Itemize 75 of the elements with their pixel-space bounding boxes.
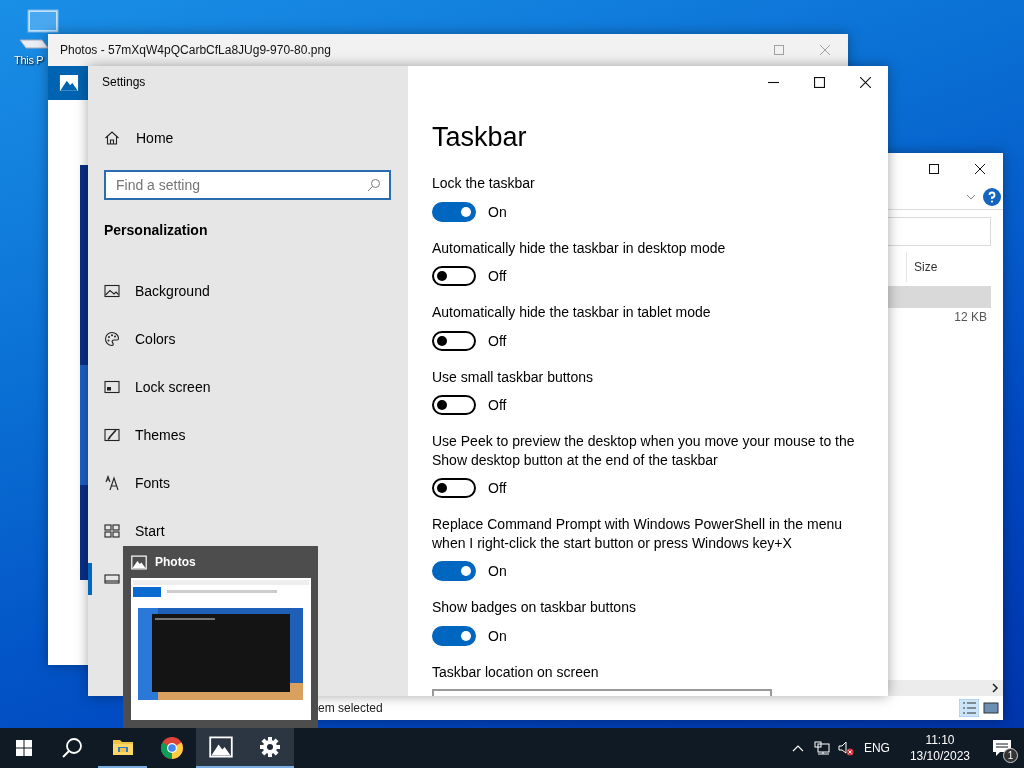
- notification-badge: 1: [1003, 748, 1018, 763]
- details-view-icon[interactable]: [959, 699, 979, 717]
- thumbnail-preview[interactable]: Photos: [123, 546, 318, 728]
- lock-screen-icon: [104, 379, 120, 395]
- maximize-icon: [929, 164, 939, 174]
- sidebar-item[interactable]: Themes: [88, 419, 408, 451]
- search-icon: [367, 178, 381, 192]
- toggle-switch[interactable]: [432, 266, 476, 286]
- maximize-icon: [813, 76, 825, 88]
- toggle-state: Off: [488, 332, 507, 349]
- palette-icon: [104, 331, 120, 347]
- muted-speaker-icon[interactable]: [837, 740, 854, 756]
- scroll-right-icon[interactable]: [990, 683, 1000, 693]
- toggle-switch[interactable]: [432, 395, 476, 415]
- close-icon: [975, 164, 985, 174]
- toggle-switch[interactable]: [432, 478, 476, 498]
- photos-icon: [131, 554, 147, 570]
- window-title: Settings: [101, 74, 147, 91]
- settings-icon: [257, 735, 282, 759]
- setting-label: Automatically hide the taskbar in desktop mode: [432, 238, 727, 257]
- sidebar-item[interactable]: Background: [88, 275, 408, 307]
- chrome-icon: [159, 736, 184, 760]
- taskbar-app-button[interactable]: [245, 728, 294, 768]
- toggle-state: On: [488, 627, 507, 644]
- sidebar-item[interactable]: Lock screen: [88, 371, 408, 403]
- picture-icon: [104, 283, 120, 299]
- help-icon[interactable]: [983, 188, 1001, 206]
- home-link[interactable]: Home: [88, 118, 408, 158]
- section-heading: Personalization: [104, 222, 209, 240]
- photos-icon: [208, 735, 233, 759]
- notification-button[interactable]: 1: [980, 728, 1024, 768]
- page-title: Taskbar: [432, 121, 528, 154]
- toggle-state: On: [488, 563, 507, 579]
- toggle-switch[interactable]: [432, 201, 476, 222]
- start-tiles-icon: [104, 523, 120, 539]
- home-icon: [104, 130, 120, 146]
- sidebar-item[interactable]: Fonts: [88, 467, 408, 499]
- toggle-state: Off: [488, 480, 507, 496]
- taskbar-app-button[interactable]: [196, 728, 245, 768]
- close-icon: [820, 45, 830, 55]
- column-header[interactable]: Size: [906, 252, 993, 282]
- sidebar-item[interactable]: Colors: [88, 323, 408, 355]
- toggle-switch[interactable]: [432, 625, 476, 646]
- close-icon: [859, 76, 871, 88]
- brush-icon: [104, 427, 120, 443]
- status-text: em selected: [318, 701, 384, 715]
- network-icon[interactable]: [813, 740, 830, 756]
- search-icon: [61, 737, 83, 759]
- preview-title: Photos: [155, 555, 196, 569]
- sidebar-item[interactable]: Start: [88, 515, 408, 547]
- setting-label: Taskbar location on screen: [432, 662, 600, 681]
- thumbnail-view-icon[interactable]: [981, 699, 1001, 717]
- setting-label: Use Peek to preview the desktop when you move your mouse to the Show desktop button at the end of the taskbar: [432, 432, 856, 469]
- setting-label: Replace Command Prompt with Windows PowerShell in the menu when I right-click the start button or press Windows key+X: [432, 515, 844, 552]
- desktop-icon-label: This P: [14, 54, 44, 66]
- language-indicator[interactable]: ENG: [857, 741, 900, 755]
- toggle-state: Off: [488, 268, 507, 284]
- setting-label: Lock the taskbar: [432, 174, 536, 193]
- setting-label: Automatically hide the taskbar in tablet mode: [432, 303, 712, 322]
- windows-logo-icon: [16, 740, 32, 756]
- toggle-state: On: [488, 203, 507, 220]
- toggle-switch[interactable]: [432, 330, 476, 351]
- maximize-icon: [774, 45, 784, 55]
- toggle-state: Off: [488, 397, 507, 413]
- setting-label: Show badges on taskbar buttons: [432, 598, 637, 617]
- window-title: Photos - 57mXqW4pQCarbCfLa8JUg9-970-80.png: [60, 43, 332, 57]
- setting-label: Use small taskbar buttons: [432, 367, 595, 386]
- taskbar-icon: [104, 571, 120, 587]
- search-field[interactable]: Find a setting: [104, 170, 391, 200]
- sidebar-item[interactable]: [88, 563, 120, 595]
- clock[interactable]: 11:10 13/10/2023: [899, 732, 980, 764]
- fonts-icon: [104, 475, 120, 491]
- file-size: 12 KB: [954, 310, 987, 324]
- toggle-switch[interactable]: [432, 561, 476, 581]
- photos-icon: [58, 73, 80, 93]
